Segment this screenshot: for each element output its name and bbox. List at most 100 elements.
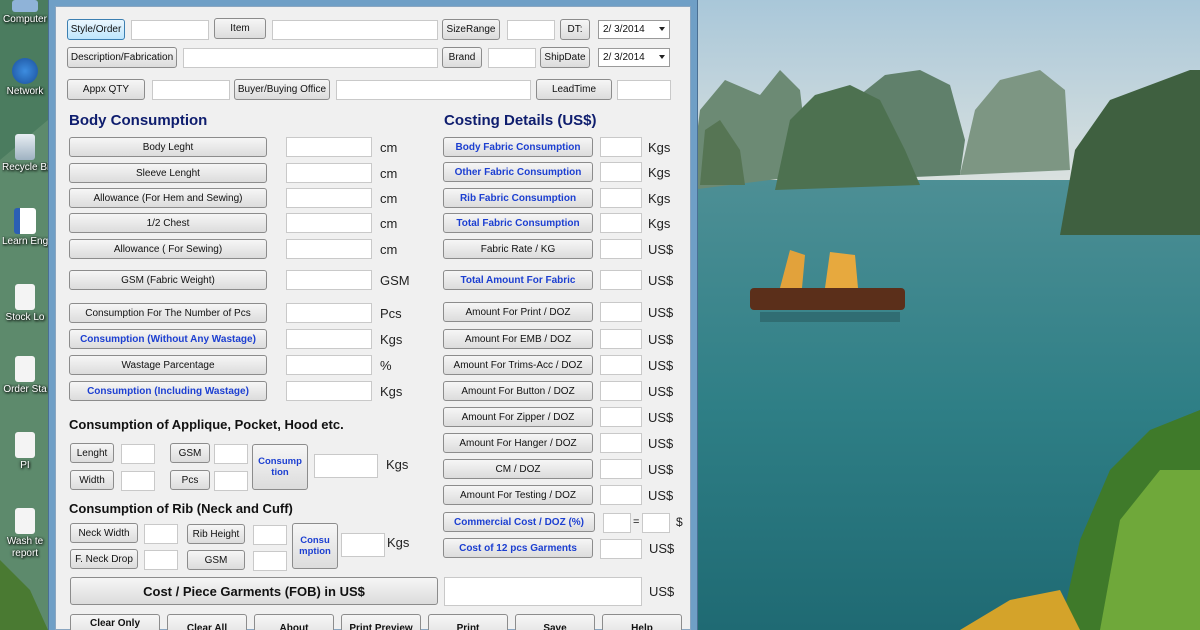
applique-pcs-button[interactable]: Pcs — [170, 470, 210, 490]
about-button[interactable]: About — [254, 614, 334, 630]
costing-row-button[interactable]: Amount For Print / DOZ — [443, 302, 593, 322]
body-row-button[interactable]: Sleeve Lenght — [69, 163, 267, 183]
body-row-input[interactable] — [286, 188, 372, 208]
applique-width-button[interactable]: Width — [70, 470, 114, 490]
body-row-button[interactable]: Consumption (Including Wastage) — [69, 381, 267, 401]
lead-time-button[interactable]: LeadTime — [536, 79, 612, 100]
neck-width-input[interactable] — [144, 524, 178, 544]
clear-only-button[interactable]: Clear Only — [70, 614, 160, 630]
ship-date-button[interactable]: ShipDate — [540, 47, 590, 68]
body-row-input[interactable] — [286, 329, 372, 349]
costing-row-button[interactable]: Amount For Testing / DOZ — [443, 485, 593, 505]
appx-qty-button[interactable]: Appx QTY — [67, 79, 145, 100]
costing-row-button[interactable]: Amount For Hanger / DOZ — [443, 433, 593, 453]
costing-row-input[interactable] — [600, 188, 642, 208]
save-button[interactable]: Save — [515, 614, 595, 630]
applique-consumption-button[interactable]: Consump tion — [252, 444, 308, 490]
costing-row-button[interactable]: Amount For EMB / DOZ — [443, 329, 593, 349]
costing-row-input[interactable] — [600, 270, 642, 290]
print-button[interactable]: Print — [428, 614, 508, 630]
brand-button[interactable]: Brand — [442, 47, 482, 68]
cost-12-pcs-input[interactable] — [600, 539, 642, 559]
costing-row-input[interactable] — [600, 459, 642, 479]
body-row-input[interactable] — [286, 213, 372, 233]
costing-row-input[interactable] — [600, 239, 642, 259]
body-row-input[interactable] — [286, 303, 372, 323]
costing-row-input[interactable] — [600, 302, 642, 322]
rib-consumption-input[interactable] — [341, 533, 385, 557]
costing-row-input[interactable] — [600, 213, 642, 233]
desktop-icon-computer[interactable]: Computer — [2, 0, 48, 26]
body-row-input[interactable] — [286, 137, 372, 157]
dt-date-picker[interactable]: 2/ 3/2014 — [598, 20, 670, 39]
front-neck-drop-button[interactable]: F. Neck Drop — [70, 549, 138, 569]
body-row-button[interactable]: Allowance ( For Sewing) — [69, 239, 267, 259]
fob-cost-button[interactable]: Cost / Piece Garments (FOB) in US$ — [70, 577, 438, 605]
body-row-input[interactable] — [286, 270, 372, 290]
costing-row-input[interactable] — [600, 329, 642, 349]
costing-row-button[interactable]: Body Fabric Consumption — [443, 137, 593, 157]
item-button[interactable]: Item — [214, 18, 266, 39]
neck-width-button[interactable]: Neck Width — [70, 523, 138, 543]
costing-row-input[interactable] — [600, 137, 642, 157]
style-order-input[interactable] — [131, 20, 209, 40]
body-row-input[interactable] — [286, 355, 372, 375]
costing-row-button[interactable]: Total Amount For Fabric — [443, 270, 593, 290]
brand-input[interactable] — [488, 48, 536, 68]
body-row-input[interactable] — [286, 239, 372, 259]
costing-row-button[interactable]: Total Fabric Consumption — [443, 213, 593, 233]
body-row-button[interactable]: GSM (Fabric Weight) — [69, 270, 267, 290]
buyer-buying-office-button[interactable]: Buyer/Buying Office — [234, 79, 330, 100]
desktop-icon-learn-english[interactable]: Learn Eng - Shortc — [2, 208, 48, 248]
commercial-cost-percent-input[interactable] — [603, 513, 631, 533]
costing-row-button[interactable]: Amount For Zipper / DOZ — [443, 407, 593, 427]
applique-lenght-input[interactable] — [121, 444, 155, 464]
fob-cost-input[interactable] — [444, 577, 642, 606]
description-fabrication-button[interactable]: Description/Fabrication — [67, 47, 177, 68]
body-row-button[interactable]: Body Leght — [69, 137, 267, 157]
rib-height-input[interactable] — [253, 525, 287, 545]
dt-button[interactable]: DT: — [560, 19, 590, 40]
desktop-icon-network[interactable]: Network — [2, 58, 48, 98]
body-row-input[interactable] — [286, 163, 372, 183]
size-range-button[interactable]: SizeRange — [442, 19, 500, 40]
chevron-down-icon[interactable] — [659, 55, 665, 59]
applique-pcs-input[interactable] — [214, 471, 248, 491]
body-row-button[interactable]: Allowance (For Hem and Sewing) — [69, 188, 267, 208]
costing-row-button[interactable]: Amount For Trims-Acc / DOZ — [443, 355, 593, 375]
costing-row-input[interactable] — [600, 355, 642, 375]
chevron-down-icon[interactable] — [659, 27, 665, 31]
body-row-button[interactable]: 1/2 Chest — [69, 213, 267, 233]
clear-all-button[interactable]: Clear All — [167, 614, 247, 630]
front-neck-drop-input[interactable] — [144, 550, 178, 570]
size-range-input[interactable] — [507, 20, 555, 40]
applique-width-input[interactable] — [121, 471, 155, 491]
item-input[interactable] — [272, 20, 438, 40]
rib-consumption-button[interactable]: Consu mption — [292, 523, 338, 569]
desktop-icon-order-status[interactable]: Order Sta — [2, 356, 48, 396]
body-row-button[interactable]: Wastage Parcentage — [69, 355, 267, 375]
applique-gsm-button[interactable]: GSM — [170, 443, 210, 463]
help-button[interactable]: Help — [602, 614, 682, 630]
costing-row-button[interactable]: Fabric Rate / KG — [443, 239, 593, 259]
costing-row-input[interactable] — [600, 381, 642, 401]
costing-row-input[interactable] — [600, 433, 642, 453]
costing-row-button[interactable]: Other Fabric Consumption — [443, 162, 593, 182]
costing-row-input[interactable] — [600, 407, 642, 427]
desktop-icon-wash-test-report[interactable]: Wash te report — [2, 508, 48, 560]
body-row-input[interactable] — [286, 381, 372, 401]
ship-date-picker[interactable]: 2/ 3/2014 — [598, 48, 670, 67]
buyer-buying-office-input[interactable] — [336, 80, 531, 100]
rib-gsm-button[interactable]: GSM — [187, 550, 245, 570]
body-row-button[interactable]: Consumption (Without Any Wastage) — [69, 329, 267, 349]
description-fabrication-input[interactable] — [183, 48, 438, 68]
costing-row-button[interactable]: CM / DOZ — [443, 459, 593, 479]
costing-row-button[interactable]: Rib Fabric Consumption — [443, 188, 593, 208]
style-order-button[interactable]: Style/Order — [67, 19, 125, 40]
commercial-cost-amount-input[interactable] — [642, 513, 670, 533]
appx-qty-input[interactable] — [152, 80, 230, 100]
lead-time-input[interactable] — [617, 80, 671, 100]
desktop-icon-stock-lot[interactable]: Stock Lo — [2, 284, 48, 324]
costing-row-input[interactable] — [600, 485, 642, 505]
rib-gsm-input[interactable] — [253, 551, 287, 571]
